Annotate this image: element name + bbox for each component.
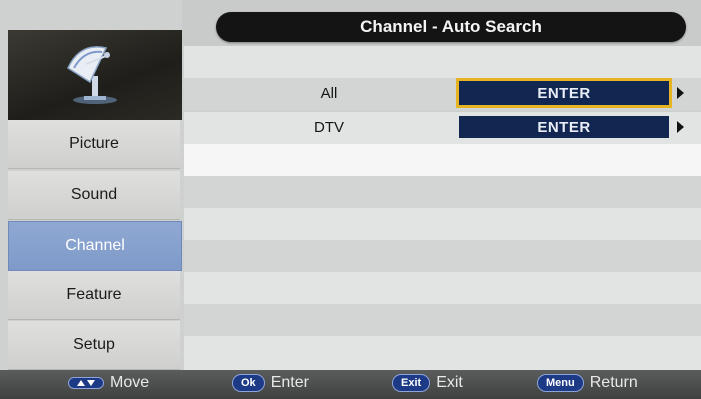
empty-row [184, 240, 701, 272]
option-row-dtv[interactable]: DTV ENTER [184, 112, 701, 144]
up-down-arrows-icon [68, 377, 104, 389]
option-row-all[interactable]: All ENTER [184, 78, 701, 110]
empty-row [184, 176, 701, 208]
menu-key-icon: Menu [537, 374, 584, 392]
sidebar-item-label: Channel [65, 237, 125, 254]
exit-key-icon: Exit [392, 374, 431, 392]
hint-return: Menu Return [537, 374, 638, 392]
hint-label: Exit [436, 374, 463, 391]
sidebar-item-picture[interactable]: Picture [8, 120, 180, 169]
hint-label: Enter [270, 374, 309, 391]
hint-label: Move [110, 374, 150, 391]
sidebar-item-feature[interactable]: Feature [8, 271, 180, 320]
hint-enter: Ok Enter [232, 374, 309, 392]
hint-label: Return [589, 374, 638, 391]
arrow-right-icon [677, 87, 684, 99]
hint-move: Move [68, 374, 149, 392]
option-label: DTV [314, 119, 344, 136]
sidebar-item-label: Feature [66, 286, 122, 303]
sidebar-item-sound[interactable]: Sound [8, 171, 180, 220]
option-label: All [320, 85, 338, 102]
sidebar-item-channel[interactable]: Channel [8, 221, 182, 271]
empty-row [184, 272, 701, 304]
arrow-right-icon [677, 121, 684, 133]
empty-row [184, 304, 701, 336]
empty-row [184, 208, 701, 240]
enter-button-all[interactable]: ENTER [456, 78, 672, 108]
sidebar: Picture Sound Channel Feature Setup [8, 30, 182, 370]
footer-hints: Move Ok Enter Exit Exit Menu Return [0, 370, 701, 399]
sidebar-item-label: Picture [69, 135, 119, 152]
sidebar-item-setup[interactable]: Setup [8, 321, 180, 370]
sidebar-item-label: Sound [70, 186, 118, 203]
ok-key-icon: Ok [232, 374, 265, 392]
page-title: Channel - Auto Search [216, 12, 686, 42]
empty-row [184, 336, 701, 370]
satellite-dish-icon [60, 38, 130, 113]
enter-button-dtv[interactable]: ENTER [459, 116, 669, 138]
category-icon-tile [8, 30, 182, 120]
spacer-row [184, 46, 701, 78]
sidebar-item-label: Setup [73, 336, 115, 353]
options-panel: All ENTER DTV ENTER [184, 46, 701, 370]
empty-row [184, 144, 701, 176]
hint-exit: Exit Exit [392, 374, 463, 392]
